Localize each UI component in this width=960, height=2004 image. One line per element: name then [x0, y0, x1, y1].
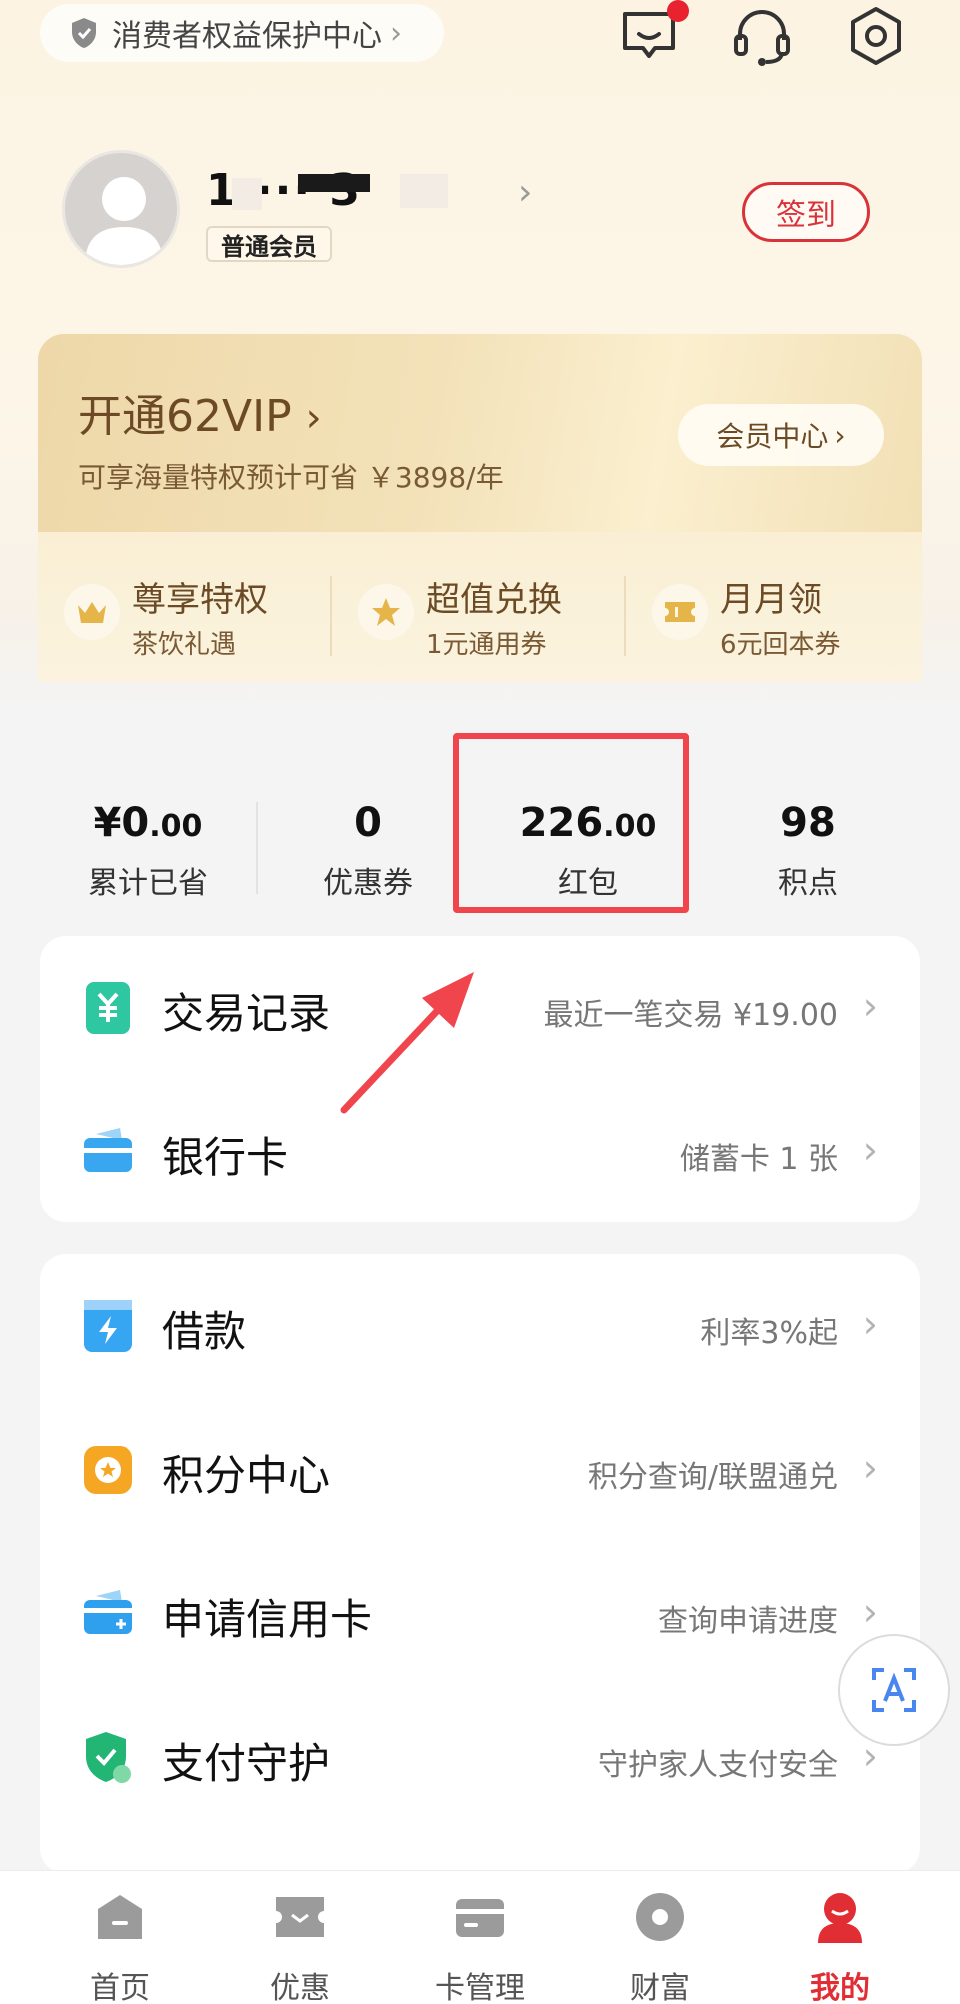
row-title: 积分中心 [162, 1451, 331, 1500]
chevron-right-icon: › [305, 395, 322, 441]
nav-label: 优惠 [270, 1971, 330, 2004]
chevron-right-icon[interactable]: › [518, 172, 532, 213]
row-title: 申请信用卡 [162, 1595, 373, 1644]
settings-icon[interactable] [844, 4, 908, 68]
bank-card-icon [84, 1128, 132, 1172]
apply-credit-card-row[interactable]: 申请信用卡 查询申请进度 › [40, 1542, 920, 1686]
row-detail: 守护家人支付安全 [598, 1748, 838, 1783]
receipt-icon [86, 982, 130, 1034]
bottom-navigation: 首页 优惠 卡管理 财富 我的 [0, 1870, 960, 2004]
points-center-row[interactable]: 积分中心 积分查询/联盟通兑 › [40, 1398, 920, 1542]
shield-icon [72, 18, 96, 48]
divider [256, 802, 258, 894]
scan-text-icon [872, 1668, 916, 1712]
vip-title: 开通62VIP › [78, 380, 322, 444]
stat-points[interactable]: 98 积点 [718, 800, 898, 902]
currency-symbol: ¥ [93, 800, 122, 846]
signin-button[interactable]: 签到 [742, 182, 870, 242]
nav-label: 财富 [630, 1971, 690, 2004]
divider [624, 576, 626, 656]
stat-label: 积点 [778, 866, 838, 901]
profile-icon [818, 1893, 862, 1943]
chevron-right-icon: › [390, 15, 402, 51]
redaction-mask [232, 178, 262, 210]
nav-home[interactable]: 首页 [50, 1889, 190, 2004]
star-icon [358, 584, 414, 640]
chevron-right-icon: › [834, 418, 846, 452]
floating-assistant-button[interactable] [838, 1634, 950, 1746]
headset-icon[interactable] [730, 4, 794, 68]
stat-int: 0 [121, 800, 150, 846]
stat-saved-value: ¥0.00 [58, 800, 238, 850]
chevron-right-icon: › [862, 1302, 878, 1346]
nav-label: 卡管理 [435, 1971, 525, 2004]
vip-title-text: 开通62VIP [78, 391, 292, 442]
chevron-right-icon: › [862, 1128, 878, 1172]
row-detail: 查询申请进度 [658, 1604, 838, 1639]
perk-subtitle: 茶饮礼遇 [132, 630, 237, 660]
vip-subtitle: 可享海量特权预计可省 ￥3898/年 [78, 461, 504, 494]
row-title: 交易记录 [162, 989, 331, 1038]
member-center-label: 会员中心 [716, 420, 829, 453]
divider [330, 576, 332, 656]
perk-title: 超值兑换 [426, 580, 562, 620]
nav-card-management[interactable]: 卡管理 [410, 1889, 550, 2004]
points-icon [84, 1446, 132, 1494]
perk-title: 尊享特权 [132, 580, 268, 620]
loan-icon [84, 1300, 132, 1352]
chevron-right-icon: › [862, 1590, 878, 1634]
nav-wealth[interactable]: 财富 [590, 1889, 730, 2004]
nav-label: 首页 [90, 1971, 150, 2004]
stat-coupons-value: 0 [354, 800, 382, 846]
vip-banner[interactable]: 开通62VIP › 可享海量特权预计可省 ￥3898/年 会员中心 › [38, 334, 922, 532]
vip-perks: 尊享特权 茶饮礼遇 超值兑换 1元通用券 月月领 6元回本券 [38, 532, 922, 682]
services-card: 借款 利率3%起 › 积分中心 积分查询/联盟通兑 › 申请信用卡 查询申请进度… [40, 1254, 920, 1874]
discount-icon [276, 1897, 324, 1937]
notification-dot [667, 0, 689, 22]
ticket-icon [652, 584, 708, 640]
row-detail: 最近一笔交易 ¥19.00 [543, 998, 838, 1033]
member-center-button[interactable]: 会员中心 › [678, 404, 884, 466]
row-title: 借款 [162, 1307, 247, 1356]
perk-subtitle: 6元回本券 [720, 630, 841, 660]
avatar[interactable] [62, 150, 180, 268]
card-manage-icon [456, 1899, 504, 1937]
annotation-arrow-icon [340, 972, 474, 1114]
perk-subtitle: 1元通用券 [426, 630, 547, 660]
consumer-protection-label: 消费者权益保护中心 [112, 19, 382, 54]
payment-shield-icon [86, 1732, 131, 1783]
row-detail: 积分查询/联盟通兑 [587, 1460, 838, 1495]
stat-label: 优惠券 [323, 866, 413, 901]
consumer-protection-link[interactable]: 消费者权益保护中心 › [40, 4, 444, 62]
redaction-mask [298, 174, 370, 192]
member-level-badge: 普通会员 [206, 226, 332, 262]
stat-dec: .00 [149, 809, 203, 844]
row-title: 银行卡 [162, 1133, 289, 1182]
highlight-box [453, 733, 689, 913]
loan-row[interactable]: 借款 利率3%起 › [40, 1254, 920, 1398]
nav-discount[interactable]: 优惠 [230, 1889, 370, 2004]
credit-card-add-icon [84, 1590, 132, 1634]
redaction-mask [400, 174, 448, 208]
home-icon [98, 1895, 142, 1939]
stat-points-value: 98 [780, 800, 836, 846]
stat-saved[interactable]: ¥0.00 累计已省 [58, 800, 238, 902]
row-detail: 储蓄卡 1 张 [679, 1142, 838, 1177]
wealth-icon [636, 1893, 684, 1941]
chevron-right-icon: › [862, 1446, 878, 1490]
crown-icon [64, 584, 120, 640]
perk-title: 月月领 [720, 580, 822, 620]
row-detail: 利率3%起 [700, 1316, 838, 1351]
payment-guard-row[interactable]: 支付守护 守护家人支付安全 › [40, 1686, 920, 1830]
stat-label: 累计已省 [88, 866, 208, 901]
row-title: 支付守护 [162, 1739, 331, 1788]
nav-profile[interactable]: 我的 [770, 1889, 910, 2004]
stat-coupons[interactable]: 0 优惠券 [278, 800, 458, 902]
chevron-right-icon: › [862, 984, 878, 1028]
nav-label: 我的 [810, 1971, 870, 2004]
